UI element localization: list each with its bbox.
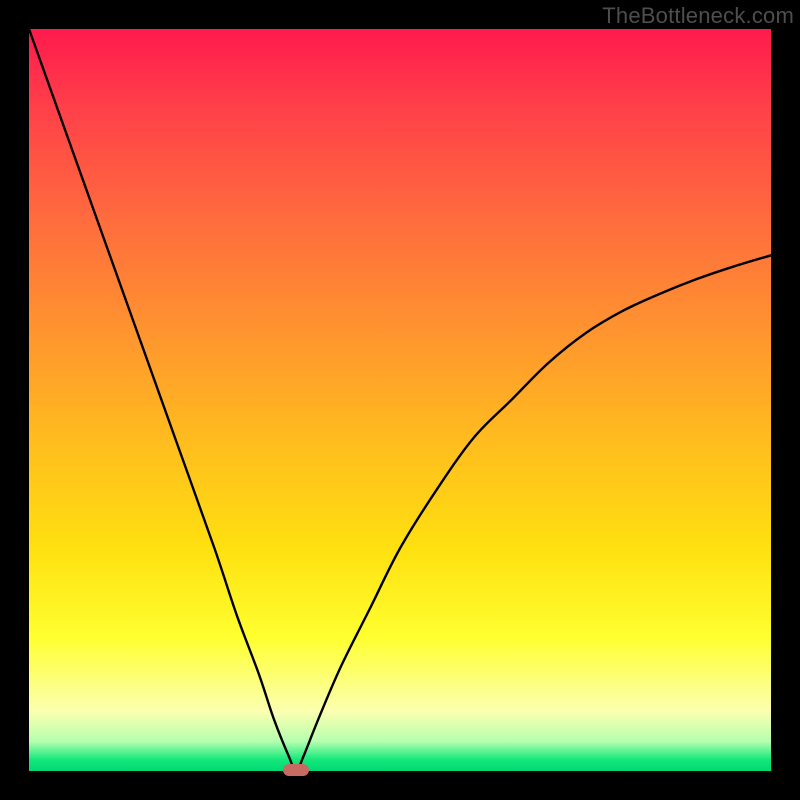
watermark-text: TheBottleneck.com — [602, 3, 794, 29]
chart-frame — [0, 0, 800, 800]
optimum-marker — [283, 764, 309, 776]
plot-area — [29, 29, 771, 771]
bottleneck-curve — [29, 29, 771, 771]
